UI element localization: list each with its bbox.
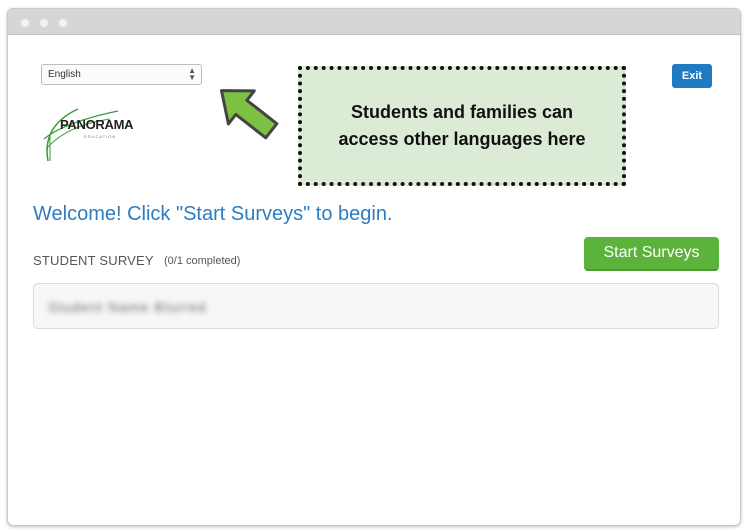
- pointer-arrow-icon: [219, 89, 279, 140]
- survey-progress: (0/1 completed): [164, 255, 241, 267]
- language-select-value: English: [48, 69, 81, 80]
- window-titlebar: [8, 9, 740, 35]
- start-surveys-button[interactable]: Start Surveys: [584, 237, 719, 271]
- student-name-blurred: Student Name Blurred: [48, 299, 207, 315]
- window-dot-icon: [59, 19, 67, 27]
- welcome-heading: Welcome! Click "Start Surveys" to begin.: [33, 203, 393, 225]
- logo-wordmark: PANORAMA: [60, 117, 134, 132]
- window-dot-icon: [40, 19, 48, 27]
- language-callout: Students and families can access other l…: [298, 66, 626, 186]
- window-dot-icon: [21, 19, 29, 27]
- callout-text: Students and families can access other l…: [338, 102, 586, 149]
- exit-button[interactable]: Exit: [672, 64, 712, 88]
- survey-list-item[interactable]: Student Name Blurred: [33, 283, 719, 329]
- logo-subtitle: EDUCATION: [84, 134, 117, 139]
- select-arrows-icon: ▲ ▼: [188, 66, 196, 82]
- browser-window: English ▲ ▼ PANORAMA EDUCATION Students a…: [7, 8, 741, 526]
- panorama-logo: PANORAMA EDUCATION: [38, 99, 148, 163]
- survey-title: STUDENT SURVEY: [33, 253, 154, 268]
- language-select[interactable]: English ▲ ▼: [41, 64, 202, 85]
